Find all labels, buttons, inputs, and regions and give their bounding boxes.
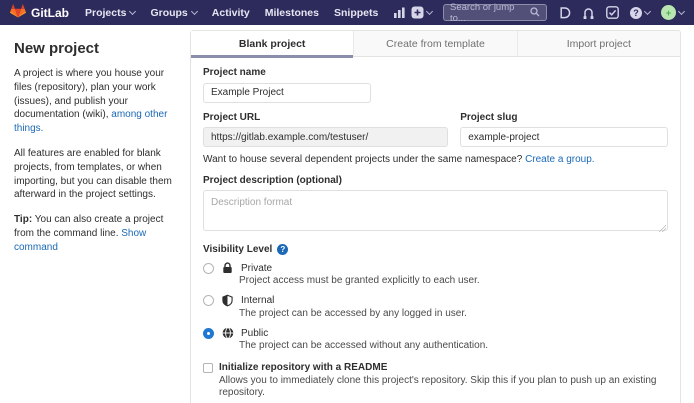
nav-item-projects[interactable]: Projects bbox=[85, 7, 135, 19]
private-radio[interactable] bbox=[203, 263, 214, 274]
project-slug-input[interactable] bbox=[460, 127, 668, 147]
description-wrap bbox=[203, 190, 668, 236]
brand-name: GitLab bbox=[31, 6, 69, 20]
readme-description: Allows you to immediately clone this pro… bbox=[219, 375, 668, 399]
search-icon bbox=[530, 4, 540, 22]
private-description: Project access must be granted explicitl… bbox=[239, 275, 668, 287]
search-placeholder: Search or jump to... bbox=[450, 2, 530, 24]
help-icon[interactable]: ? bbox=[630, 7, 650, 19]
internal-radio[interactable] bbox=[203, 295, 214, 306]
main-content: New project A project is where you house… bbox=[0, 25, 694, 403]
nav-item-activity[interactable]: Activity bbox=[212, 7, 250, 19]
lock-icon bbox=[221, 262, 234, 274]
tanuki-logo-icon bbox=[10, 3, 26, 23]
chevron-down-icon bbox=[644, 7, 651, 14]
namespace-hint: Want to house several dependent projects… bbox=[203, 153, 668, 166]
visibility-option-public[interactable]: Public bbox=[203, 327, 668, 339]
description-sidebar: New project A project is where you house… bbox=[0, 25, 188, 266]
user-menu[interactable]: + bbox=[661, 5, 684, 20]
resize-handle[interactable] bbox=[659, 225, 666, 232]
internal-description: The project can be accessed by any logge… bbox=[239, 308, 668, 320]
todos-icon[interactable] bbox=[606, 6, 619, 19]
blank-project-form: Project name Project URL Project slug Wa… bbox=[191, 57, 680, 403]
nav-item-milestones[interactable]: Milestones bbox=[265, 7, 319, 19]
avatar: + bbox=[661, 5, 676, 20]
project-description-label: Project description (optional) bbox=[203, 174, 668, 187]
project-url-input[interactable] bbox=[203, 127, 448, 147]
shield-icon bbox=[221, 294, 234, 307]
sidebar-tip: Tip: You can also create a project from … bbox=[14, 213, 174, 254]
nav-item-groups[interactable]: Groups bbox=[150, 7, 196, 19]
tab-blank-project[interactable]: Blank project bbox=[191, 31, 354, 56]
search-input[interactable]: Search or jump to... bbox=[443, 4, 547, 21]
chevron-down-icon bbox=[678, 7, 685, 14]
public-radio[interactable] bbox=[203, 328, 214, 339]
create-group-link[interactable]: Create a group. bbox=[525, 154, 595, 165]
visibility-help-icon[interactable]: ? bbox=[277, 244, 288, 255]
visibility-level-header: Visibility Level ? bbox=[203, 244, 668, 255]
chevron-down-icon bbox=[129, 7, 136, 14]
navbar-right: Search or jump to... bbox=[411, 4, 684, 21]
new-project-panel: Blank project Create from template Impor… bbox=[190, 30, 681, 403]
sidebar-paragraph-1: A project is where you house your files … bbox=[14, 67, 174, 136]
top-navbar: GitLab Projects Groups Activity Mileston… bbox=[0, 0, 694, 25]
public-description: The project can be accessed without any … bbox=[239, 340, 668, 352]
issues-icon[interactable] bbox=[558, 6, 571, 20]
gitlab-home-link[interactable]: GitLab bbox=[10, 3, 69, 23]
page-title: New project bbox=[14, 40, 174, 57]
plus-menu-icon[interactable] bbox=[411, 6, 432, 19]
readme-row[interactable]: Initialize repository with a README bbox=[203, 362, 668, 373]
bar-chart-icon[interactable] bbox=[393, 7, 406, 19]
url-slug-row: Project URL Project slug bbox=[203, 111, 668, 148]
merge-requests-icon[interactable] bbox=[582, 6, 595, 20]
nav-menu: Projects Groups Activity Milestones Snip… bbox=[85, 7, 406, 19]
nav-item-snippets[interactable]: Snippets bbox=[334, 7, 378, 19]
project-description-input[interactable] bbox=[203, 190, 668, 231]
sidebar-paragraph-2: All features are enabled for blank proje… bbox=[14, 147, 174, 202]
project-name-input[interactable] bbox=[203, 83, 371, 103]
readme-checkbox[interactable] bbox=[203, 363, 213, 373]
project-url-label: Project URL bbox=[203, 111, 448, 124]
chevron-down-icon bbox=[426, 7, 433, 14]
project-name-label: Project name bbox=[203, 66, 668, 79]
readme-label: Initialize repository with a README bbox=[219, 362, 387, 373]
tab-import-project[interactable]: Import project bbox=[518, 31, 680, 56]
visibility-option-internal[interactable]: Internal bbox=[203, 294, 668, 307]
visibility-option-private[interactable]: Private bbox=[203, 262, 668, 274]
project-slug-label: Project slug bbox=[460, 111, 668, 124]
tab-create-from-template[interactable]: Create from template bbox=[354, 31, 517, 56]
globe-icon bbox=[221, 327, 234, 339]
project-type-tabs: Blank project Create from template Impor… bbox=[191, 31, 680, 57]
chevron-down-icon bbox=[191, 7, 198, 14]
